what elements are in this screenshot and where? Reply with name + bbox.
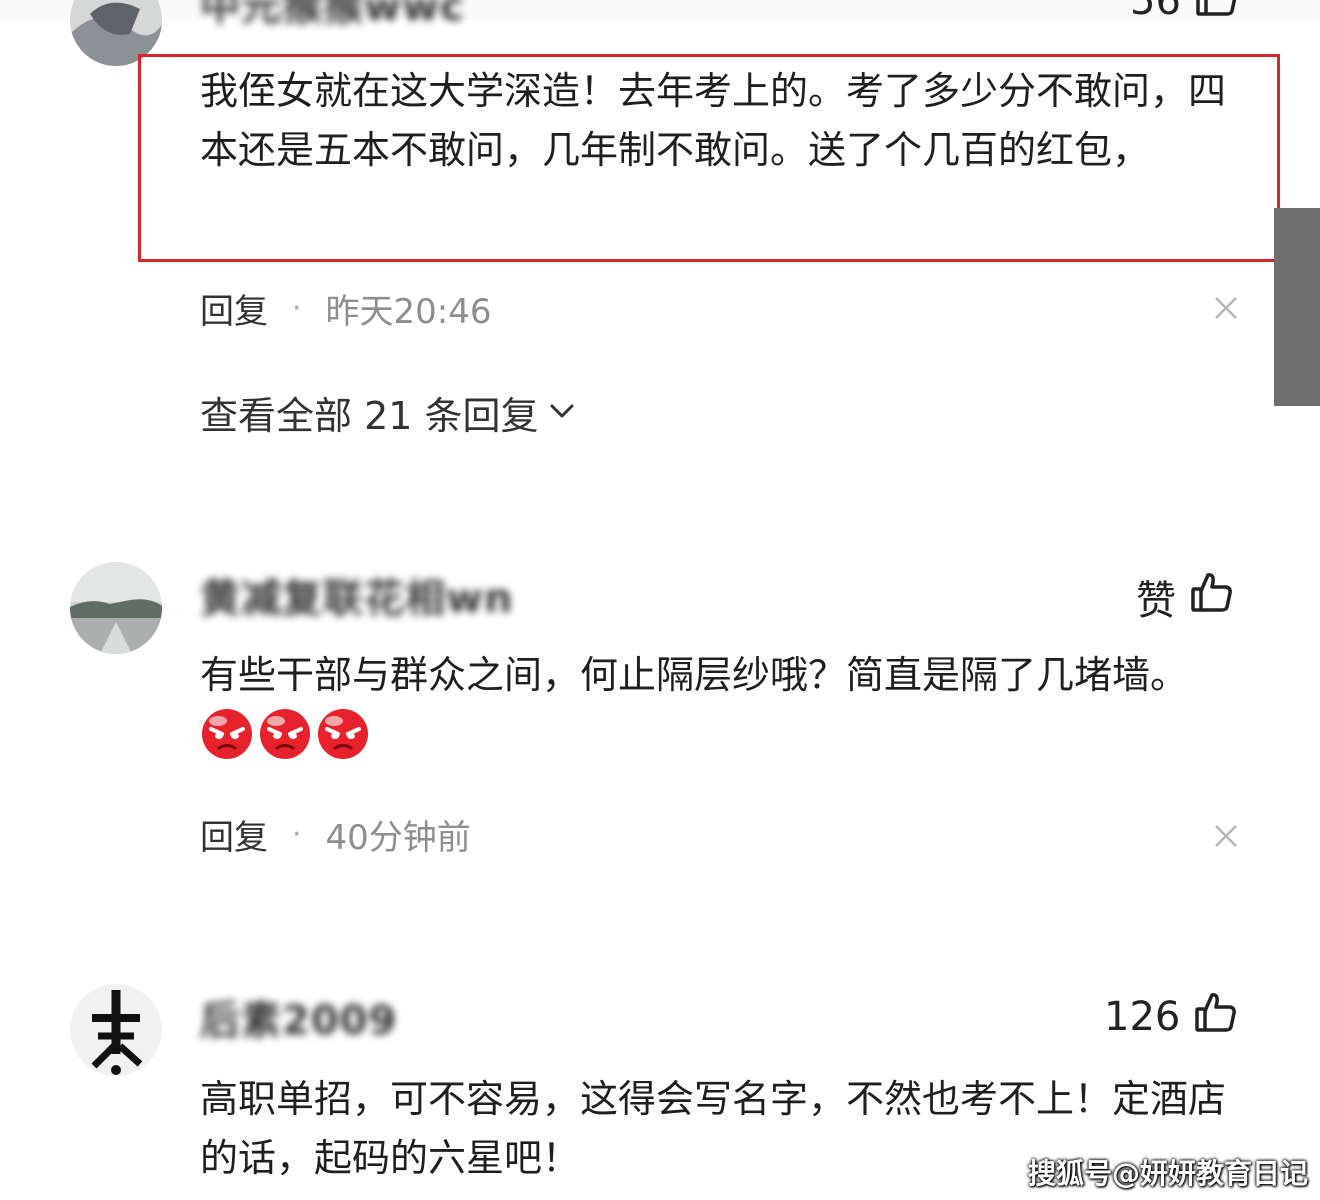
like-count: 126 <box>1104 994 1181 1040</box>
username[interactable]: 中元猴猴wwc <box>200 0 465 32</box>
avatar[interactable] <box>70 984 162 1076</box>
username[interactable]: 黄减复联花相wn <box>200 566 513 624</box>
username[interactable]: 后素2009 <box>200 988 397 1046</box>
like-area[interactable]: 赞 <box>1136 568 1234 626</box>
timestamp: 40分钟前 <box>325 818 471 858</box>
chevron-down-icon <box>539 391 577 435</box>
watermark: 搜狐号@妍妍教育日记 <box>1028 1157 1309 1190</box>
top-strip <box>0 0 1320 20</box>
angry-face-emoji <box>318 709 368 759</box>
like-area[interactable]: 126 <box>1104 990 1238 1044</box>
reply-button[interactable]: 回复 <box>200 284 268 333</box>
like-count: 56 <box>1130 0 1181 24</box>
like-area[interactable]: 56 <box>1130 0 1239 28</box>
timestamp: 昨天20:46 <box>325 292 492 332</box>
comment-text: 有些干部与群众之间，何止隔层纱哦？简直是隔了几堵墙。 <box>200 646 1230 764</box>
close-icon[interactable] <box>1212 294 1240 322</box>
thumbs-up-icon[interactable] <box>1194 990 1238 1044</box>
like-label: 赞 <box>1136 578 1176 624</box>
view-all-replies-label: 查看全部 21 条回复 <box>200 394 539 438</box>
thumbs-up-icon[interactable] <box>1190 570 1234 624</box>
view-all-replies-button[interactable]: 查看全部 21 条回复 <box>200 385 577 440</box>
emoji-group <box>200 709 374 759</box>
separator-dot: · <box>292 817 302 852</box>
close-icon[interactable] <box>1212 822 1240 850</box>
separator-dot: · <box>292 291 302 326</box>
angry-face-emoji <box>202 709 252 759</box>
angry-face-emoji <box>260 709 310 759</box>
reply-button[interactable]: 回复 <box>200 810 268 859</box>
thumbs-up-icon[interactable] <box>1195 0 1239 28</box>
comment-meta: 回复 · 昨天20:46 <box>200 284 492 333</box>
scrollbar[interactable] <box>1274 208 1320 406</box>
comment-meta: 回复 · 40分钟前 <box>200 810 471 859</box>
highlight-box <box>138 54 1280 262</box>
avatar[interactable] <box>70 562 162 654</box>
comment-text-body: 有些干部与群众之间，何止隔层纱哦？简直是隔了几堵墙。 <box>200 653 1189 697</box>
